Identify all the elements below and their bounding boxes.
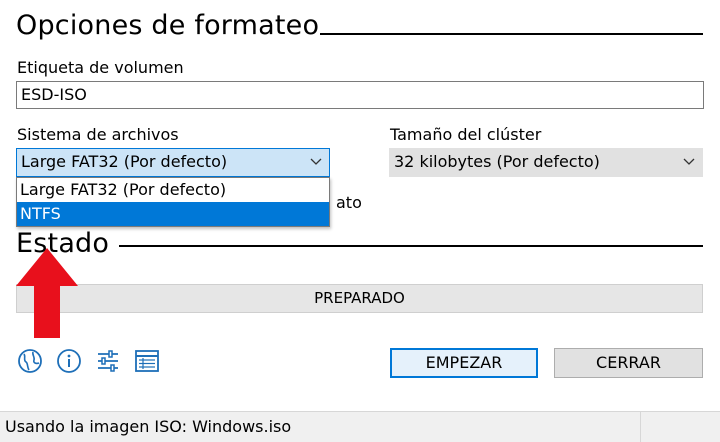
globe-icon[interactable] [17,348,43,374]
dropdown-option-large-fat32[interactable]: Large FAT32 (Por defecto) [17,178,329,202]
status-bar: Usando la imagen ISO: Windows.iso [0,411,720,442]
file-system-selected-value: Large FAT32 (Por defecto) [21,152,228,171]
cluster-size-caption: Tamaño del clúster [390,125,542,144]
status-divider [119,245,703,247]
log-table-icon[interactable] [134,348,160,374]
cluster-size-select[interactable]: 32 kilobytes (Por defecto) [389,148,703,177]
status-progress-bar: PREPARADO [16,284,703,313]
status-bar-text: Usando la imagen ISO: Windows.iso [5,417,292,436]
chevron-down-icon [310,158,322,165]
status-bar-separator [640,412,641,442]
settings-sliders-icon[interactable] [95,348,121,374]
red-arrow-annotation [16,248,78,338]
dropdown-option-ntfs[interactable]: NTFS [17,202,329,226]
close-button[interactable]: CERRAR [554,348,703,378]
file-system-select[interactable]: Large FAT32 (Por defecto) [16,148,330,177]
format-options-title: Opciones de formateo [16,10,320,41]
info-icon[interactable] [56,348,82,374]
volume-label-caption: Etiqueta de volumen [17,58,184,77]
chevron-down-icon [683,158,695,165]
cluster-size-selected-value: 32 kilobytes (Por defecto) [394,152,600,171]
hidden-option-fragment: ato [336,193,362,212]
file-system-caption: Sistema de archivos [17,125,179,144]
volume-label-input[interactable]: ESD-ISO [16,81,704,109]
format-options-divider [320,33,703,35]
file-system-dropdown-list: Large FAT32 (Por defecto) NTFS [16,177,330,227]
start-button[interactable]: EMPEZAR [390,348,538,378]
